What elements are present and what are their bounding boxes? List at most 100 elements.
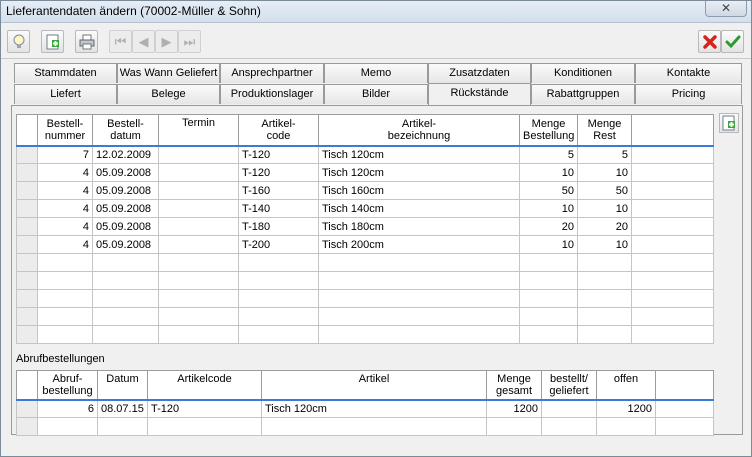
row-selector[interactable] xyxy=(16,325,38,344)
empty-table-row[interactable] xyxy=(16,253,714,272)
table-row[interactable]: 4 05.09.2008 T-200 Tisch 200cm 10 10 xyxy=(16,235,714,254)
table-cell[interactable] xyxy=(158,289,239,308)
table-cell[interactable]: 10 xyxy=(519,163,578,182)
table-cell[interactable] xyxy=(318,289,520,308)
table-cell[interactable] xyxy=(519,271,578,290)
window-close-button[interactable]: ✕ xyxy=(705,1,747,17)
tab-zusatzdaten[interactable]: Zusatzdaten xyxy=(428,63,531,83)
table-cell[interactable]: 10 xyxy=(577,163,632,182)
table-row[interactable]: 4 05.09.2008 T-120 Tisch 120cm 10 10 xyxy=(16,163,714,182)
table-cell[interactable]: 1200 xyxy=(486,399,542,418)
table-cell[interactable]: 10 xyxy=(519,235,578,254)
table-cell[interactable]: T-160 xyxy=(238,181,319,200)
table-cell[interactable] xyxy=(158,145,239,164)
table-cell[interactable] xyxy=(318,271,520,290)
table-cell[interactable] xyxy=(238,307,319,326)
table-cell[interactable]: Tisch 120cm xyxy=(318,145,520,164)
ok-button[interactable] xyxy=(721,30,744,53)
table-cell[interactable] xyxy=(158,235,239,254)
column-header[interactable]: offen xyxy=(596,370,656,401)
table-cell[interactable]: 4 xyxy=(37,217,93,236)
table-cell[interactable]: 05.09.2008 xyxy=(92,181,159,200)
table-cell[interactable] xyxy=(519,289,578,308)
table-cell[interactable] xyxy=(519,253,578,272)
row-selector[interactable] xyxy=(16,399,38,418)
first-record-button[interactable]: ⏮ xyxy=(109,30,132,53)
print-button[interactable] xyxy=(75,30,98,53)
table-cell[interactable]: Tisch 120cm xyxy=(318,163,520,182)
empty-table-row[interactable] xyxy=(16,271,714,290)
table-row[interactable]: 4 05.09.2008 T-160 Tisch 160cm 50 50 xyxy=(16,181,714,200)
row-selector[interactable] xyxy=(16,235,38,254)
table-cell[interactable] xyxy=(577,271,632,290)
table-cell[interactable] xyxy=(238,289,319,308)
table-cell[interactable]: 05.09.2008 xyxy=(92,199,159,218)
table-cell[interactable]: 7 xyxy=(37,145,93,164)
table-cell[interactable]: 08.07.15 xyxy=(97,399,148,418)
table-cell[interactable]: 05.09.2008 xyxy=(92,235,159,254)
table-cell[interactable]: 05.09.2008 xyxy=(92,217,159,236)
row-selector[interactable] xyxy=(16,307,38,326)
column-header[interactable]: Artikel- code xyxy=(238,114,319,147)
table-cell[interactable] xyxy=(92,325,159,344)
table-cell[interactable] xyxy=(158,181,239,200)
table-row[interactable]: 7 12.02.2009 T-120 Tisch 120cm 5 5 xyxy=(16,145,714,164)
table-cell[interactable]: 4 xyxy=(37,163,93,182)
tab-konditionen[interactable]: Konditionen xyxy=(531,63,635,83)
row-selector[interactable] xyxy=(16,217,38,236)
table-cell[interactable]: T-140 xyxy=(238,199,319,218)
column-header[interactable]: Bestell- datum xyxy=(92,114,159,147)
table-cell[interactable] xyxy=(596,417,656,436)
table-cell[interactable] xyxy=(158,271,239,290)
tab-pricing[interactable]: Pricing xyxy=(635,84,742,104)
table-cell[interactable]: 1200 xyxy=(596,399,656,418)
next-record-button[interactable]: ▶ xyxy=(155,30,178,53)
table-cell[interactable]: 10 xyxy=(577,235,632,254)
tab-kontakte[interactable]: Kontakte xyxy=(635,63,742,83)
row-selector[interactable] xyxy=(16,163,38,182)
table-cell[interactable] xyxy=(37,289,93,308)
lightbulb-button[interactable] xyxy=(7,30,30,53)
table-cell[interactable] xyxy=(577,325,632,344)
table-cell[interactable] xyxy=(37,253,93,272)
table-cell[interactable]: Tisch 120cm xyxy=(261,399,487,418)
table-cell[interactable]: T-120 xyxy=(147,399,262,418)
table-cell[interactable] xyxy=(158,307,239,326)
row-selector[interactable] xyxy=(16,417,38,436)
table-cell[interactable]: T-120 xyxy=(238,163,319,182)
empty-table-row[interactable] xyxy=(16,307,714,326)
table-cell[interactable] xyxy=(541,417,597,436)
table-cell[interactable] xyxy=(158,217,239,236)
table-cell[interactable]: T-200 xyxy=(238,235,319,254)
table-cell[interactable]: 12.02.2009 xyxy=(92,145,159,164)
table-cell[interactable]: 10 xyxy=(519,199,578,218)
empty-table-row[interactable] xyxy=(16,289,714,308)
empty-table-row[interactable] xyxy=(16,417,714,436)
table-cell[interactable] xyxy=(541,399,597,418)
table-cell[interactable]: Tisch 200cm xyxy=(318,235,520,254)
table-cell[interactable] xyxy=(318,253,520,272)
tab-ansprechpartner[interactable]: Ansprechpartner xyxy=(220,63,324,83)
table-cell[interactable] xyxy=(37,325,93,344)
tab-belege[interactable]: Belege xyxy=(117,84,220,104)
column-header[interactable]: Datum xyxy=(97,370,148,401)
table-cell[interactable]: 5 xyxy=(519,145,578,164)
column-header[interactable]: Bestell- nummer xyxy=(37,114,93,147)
table-cell[interactable] xyxy=(158,163,239,182)
table-cell[interactable] xyxy=(92,271,159,290)
table-cell[interactable]: 4 xyxy=(37,235,93,254)
table-cell[interactable] xyxy=(158,325,239,344)
table-cell[interactable]: Tisch 160cm xyxy=(318,181,520,200)
row-selector[interactable] xyxy=(16,199,38,218)
table-cell[interactable]: 05.09.2008 xyxy=(92,163,159,182)
table-cell[interactable]: 4 xyxy=(37,199,93,218)
row-selector[interactable] xyxy=(16,253,38,272)
prev-record-button[interactable]: ◀ xyxy=(132,30,155,53)
table-cell[interactable]: 5 xyxy=(577,145,632,164)
new-document-button[interactable] xyxy=(41,30,64,53)
table-cell[interactable] xyxy=(158,199,239,218)
table-cell[interactable] xyxy=(577,289,632,308)
tab-memo[interactable]: Memo xyxy=(324,63,428,83)
tab-liefert[interactable]: Liefert xyxy=(14,84,117,104)
last-record-button[interactable]: ⏭ xyxy=(178,30,201,53)
